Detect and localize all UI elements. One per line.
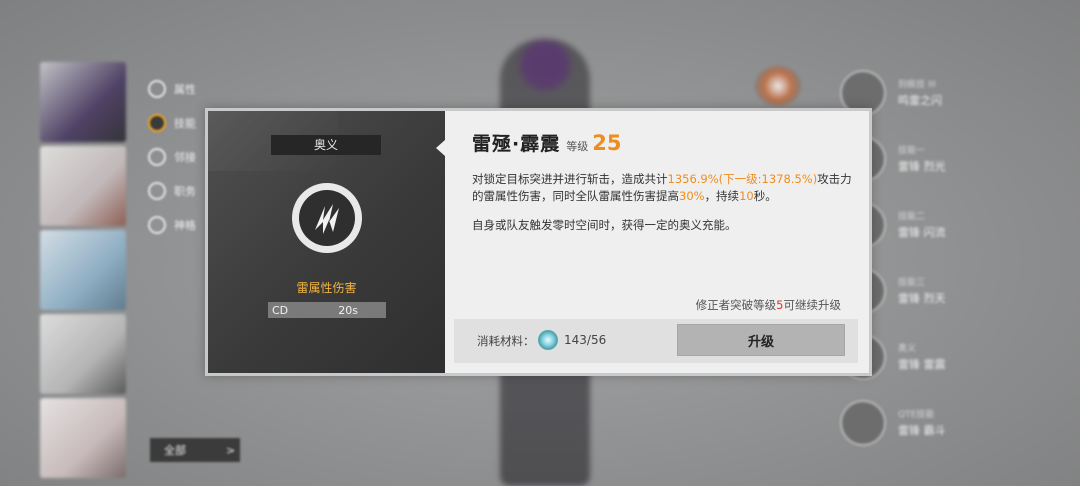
skill-icon <box>148 114 166 132</box>
character-card[interactable] <box>40 62 126 142</box>
grid-icon <box>148 148 166 166</box>
skill-icon <box>840 400 886 446</box>
chevron-right-icon: > <box>226 443 236 457</box>
skill-description: 对锁定目标突进并进行斩击，造成共计1356.9%(下一级:1378.5%)攻击力… <box>472 171 852 205</box>
menu-item-label: 邻接 <box>174 151 196 164</box>
skill-title-row: 雷殛·霹震 等级 25 <box>472 129 621 156</box>
all-filter-label: 全部 <box>164 444 186 457</box>
description-text: ，持续 <box>704 189 740 203</box>
cooldown-value: 20s <box>338 303 358 317</box>
skill-title: 雷锋 烈天 <box>898 292 946 305</box>
panel-pointer <box>436 140 445 156</box>
skill-type: 技能三 <box>898 278 926 288</box>
character-card[interactable] <box>40 230 126 310</box>
lightning-slash-icon <box>292 183 362 253</box>
character-list <box>40 62 128 482</box>
all-filter-button[interactable]: 全部 > <box>150 438 240 462</box>
element-orb-icon <box>755 66 801 106</box>
skill-list-item[interactable]: QTE技能雷锋 霸斗 <box>840 390 1080 456</box>
level-value: 25 <box>592 131 622 155</box>
skill-title: 鸣雷之闪 <box>898 94 942 107</box>
skill-list-item[interactable]: 技能三 雷锋 烈天 <box>840 258 1080 324</box>
menu-item-label: 属性 <box>174 83 196 96</box>
link-icon <box>148 216 166 234</box>
skill-list-item[interactable]: 技能二 雷锋 闪流 <box>840 192 1080 258</box>
cooldown-bar: CD 20s <box>268 302 386 318</box>
skill-type: QTE技能 <box>898 410 935 420</box>
skill-title: 雷锋 烈光 <box>898 160 946 173</box>
element-type-label: 雷属性伤害 <box>296 281 357 295</box>
gear-icon <box>148 182 166 200</box>
skill-list-item[interactable]: 刻痕技 III 鸣雷之闪 <box>840 60 1080 126</box>
description-text: 秒。 <box>753 189 777 203</box>
material-label: 消耗材料： <box>477 334 535 348</box>
skill-passive-description: 自身或队友触发零时空间时，获得一定的奥义充能。 <box>472 218 737 232</box>
note-text: 可继续升级 <box>783 298 842 312</box>
character-card[interactable] <box>40 314 126 394</box>
attribute-icon <box>148 80 166 98</box>
upgrade-button[interactable]: 升级 <box>677 324 845 356</box>
skill-title: 雷锋 闪流 <box>898 226 946 239</box>
skill-list: 刻痕技 III 鸣雷之闪 技能一雷锋 烈光 技能二雷锋 闪流 技能三雷锋 烈天 奥… <box>840 60 1080 456</box>
material-count: 143/56 <box>564 333 607 347</box>
skill-summary-panel: 奥义 雷属性伤害 CD 20s <box>208 111 445 373</box>
skill-name: 雷殛·霹震 <box>472 133 561 155</box>
buff-value: 30% <box>679 189 705 203</box>
character-horn <box>520 40 570 90</box>
level-label: 等级 <box>566 140 589 153</box>
upgrade-footer: 消耗材料： 143/56 升级 <box>454 319 858 363</box>
menu-item-label: 技能 <box>174 117 196 130</box>
skill-type: 刻痕技 III <box>898 80 936 90</box>
crystal-icon <box>538 330 558 350</box>
duration-value: 10 <box>739 189 754 203</box>
description-text: 对锁定目标突进并进行斩击，造成共计 <box>472 172 668 186</box>
required-level: 5 <box>776 298 784 312</box>
character-card[interactable] <box>40 398 126 478</box>
menu-item-label: 职务 <box>174 185 196 198</box>
upgrade-requirement-note: 修正者突破等级5可继续升级 <box>696 297 841 313</box>
skill-detail-panel: 雷殛·霹震 等级 25 对锁定目标突进并进行斩击，造成共计1356.9%(下一级… <box>445 111 869 373</box>
skill-type: 技能二 <box>898 212 926 222</box>
cooldown-label: CD <box>272 303 289 317</box>
skill-list-item[interactable]: 奥义 雷锋 雷震 <box>840 324 1080 390</box>
skill-category-tag: 奥义 <box>271 135 381 155</box>
menu-item-label: 神格 <box>174 219 196 232</box>
skill-title: 雷锋 雷震 <box>898 358 946 371</box>
skill-list-item[interactable]: 技能一 雷锋 烈光 <box>840 126 1080 192</box>
note-text: 修正者突破等级 <box>695 298 777 312</box>
skill-type: 奥义 <box>898 344 917 354</box>
skill-title: 雷锋 霸斗 <box>898 424 946 437</box>
character-card[interactable] <box>40 146 126 226</box>
skill-type: 技能一 <box>898 146 926 156</box>
skill-detail-modal: 奥义 雷属性伤害 CD 20s 雷殛·霹震 等级 25 对锁定目标突进并进行斩击… <box>205 108 872 376</box>
damage-value: 1356.9%(下一级:1378.5%) <box>667 172 818 186</box>
menu-item-attributes[interactable]: 属性 <box>148 72 218 106</box>
